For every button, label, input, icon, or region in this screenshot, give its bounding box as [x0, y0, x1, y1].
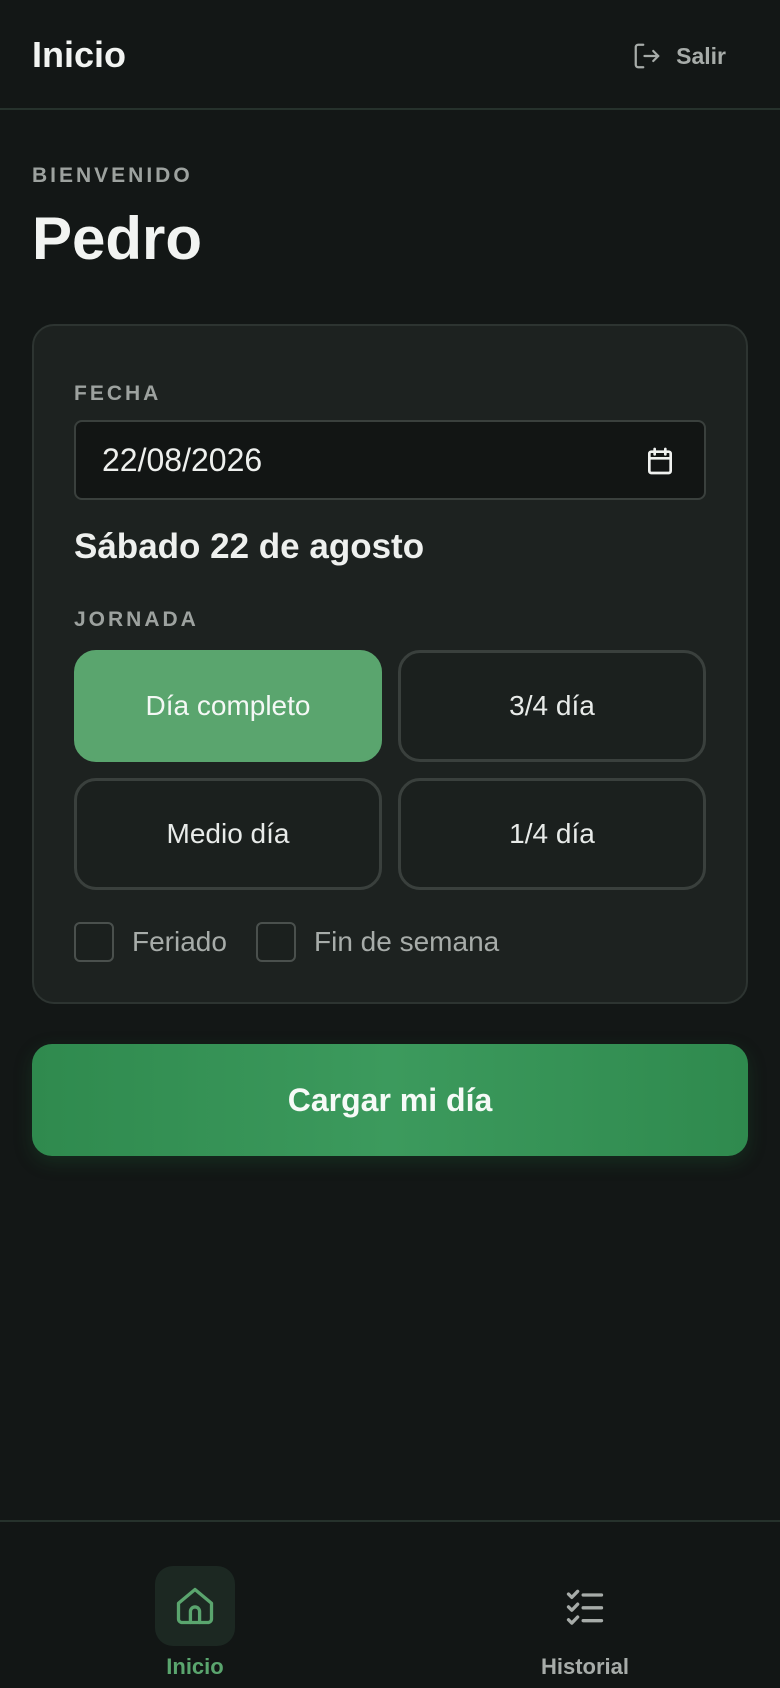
nav-label-historial: Historial — [540, 1654, 630, 1679]
top-bar: Inicio Salir — [0, 0, 780, 110]
day-form-card: FECHA 22/08/2026 Sábado 22 de agosto JOR… — [32, 324, 748, 1004]
holiday-label: Feriado — [132, 926, 227, 957]
shift-option-three-quarter-day[interactable]: 3/4 día — [398, 650, 706, 762]
nav-item-historial[interactable]: Historial — [485, 1542, 685, 1682]
holiday-checkbox-row[interactable]: Feriado — [74, 922, 227, 962]
shift-option-half-day[interactable]: Medio día — [74, 778, 382, 890]
shift-option-quarter-day[interactable]: 1/4 día — [398, 778, 706, 890]
date-label: FECHA — [74, 382, 162, 405]
shift-option-full-day[interactable]: Día completo — [74, 650, 382, 762]
page-title: Inicio — [32, 34, 127, 75]
date-value: 22/08/2026 — [102, 442, 263, 478]
nav-item-inicio[interactable]: Inicio — [95, 1542, 295, 1682]
holiday-checkbox[interactable] — [74, 922, 114, 962]
checklist-icon — [566, 1589, 604, 1625]
date-long-text: Sábado 22 de agosto — [74, 527, 425, 566]
logout-icon — [634, 43, 660, 69]
logout-label: Salir — [676, 42, 726, 69]
nav-icon-container — [545, 1566, 625, 1646]
bottom-nav: Inicio Historial — [0, 1520, 780, 1688]
nav-icon-container — [155, 1566, 235, 1646]
weekend-checkbox[interactable] — [256, 922, 296, 962]
logout-button[interactable]: Salir — [632, 38, 726, 74]
welcome-label: BIENVENIDO — [32, 164, 193, 187]
home-icon — [176, 1587, 214, 1625]
shift-label: JORNADA — [74, 608, 199, 631]
nav-label-inicio: Inicio — [166, 1654, 224, 1679]
user-name: Pedro — [32, 205, 203, 272]
weekend-label: Fin de semana — [314, 926, 500, 957]
submit-day-button[interactable]: Cargar mi día — [32, 1044, 748, 1156]
date-input[interactable]: 22/08/2026 — [74, 420, 706, 500]
calendar-icon[interactable] — [644, 444, 676, 478]
weekend-checkbox-row[interactable]: Fin de semana — [256, 922, 499, 962]
